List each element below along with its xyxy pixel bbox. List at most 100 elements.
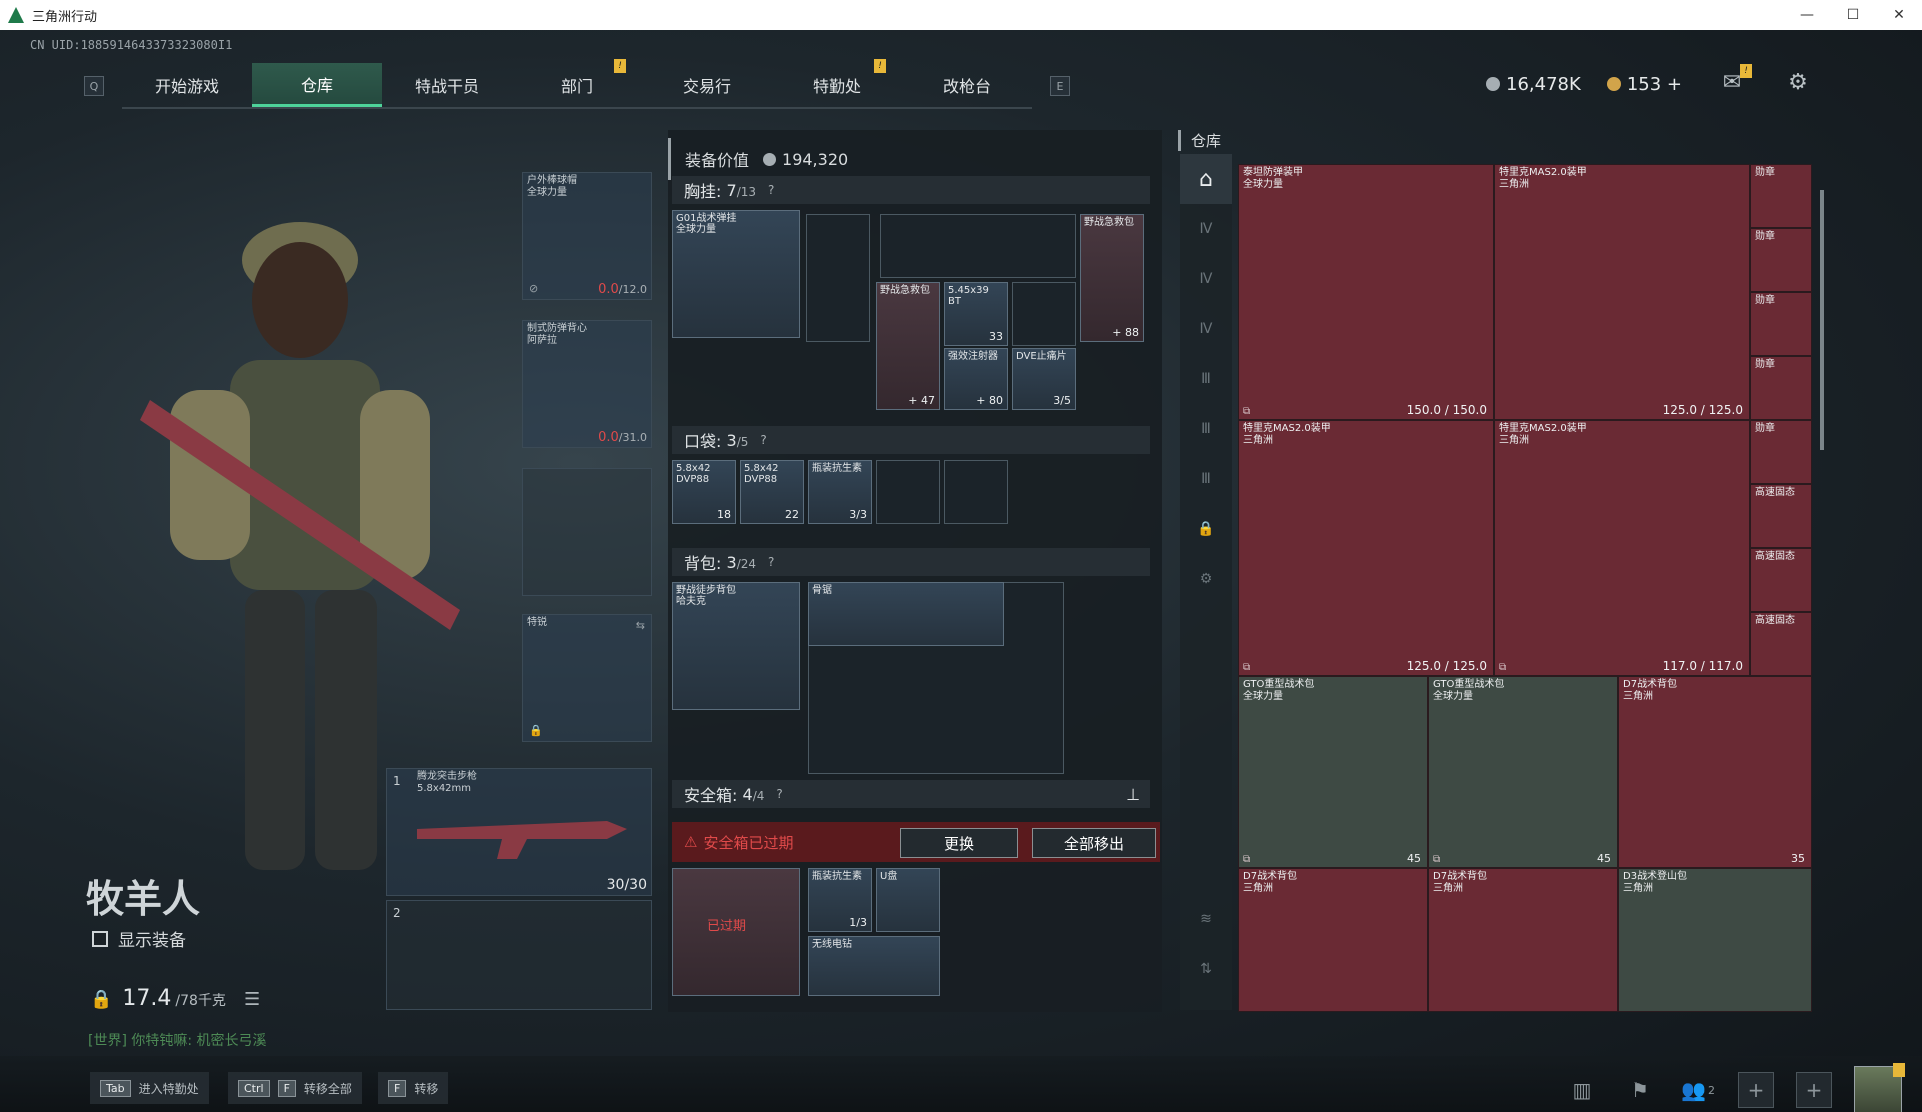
help-icon[interactable]: ? [776,787,782,801]
secondary-weapon-slot[interactable]: 2 [386,900,652,1010]
add-teammate-button[interactable]: + [1796,1072,1832,1108]
melee-slot[interactable]: 特锐 ⇆ 🔒 [522,614,652,742]
warehouse-item-backpack[interactable]: D7战术背包 三角洲 35 [1618,676,1812,868]
warehouse-item-backpack[interactable]: D3战术登山包 三角洲 [1618,868,1812,1012]
warehouse-item-ssd[interactable]: 高速固态 [1750,548,1812,612]
mail-icon[interactable]: ✉! [1718,64,1752,96]
safe-item-usb[interactable]: U盘 [876,868,940,932]
hint-transfer-all[interactable]: Ctrl F 转移全部 [228,1072,362,1104]
sort-icon[interactable]: ⇅ [1180,944,1232,994]
tab-operators[interactable]: 特战干员 [382,63,512,107]
warehouse-item-ssd[interactable]: 高速固态 [1750,484,1812,548]
tab-special-ops[interactable]: 特勤处! [772,59,902,107]
flag-icon[interactable]: ⚑ [1622,1072,1658,1108]
warehouse-page-iii-icon[interactable]: Ⅲ [1180,454,1232,504]
warehouse-item-backpack[interactable]: GTO重型战术包 全球力量 ⧉ 45 [1238,676,1428,868]
warehouse-item-medal[interactable]: 勋章 [1750,420,1812,484]
minimize-button[interactable]: — [1784,0,1830,30]
stats-icon[interactable]: ▥ [1564,1072,1600,1108]
tab-start-game[interactable]: 开始游戏 [122,63,252,107]
help-icon[interactable]: ? [760,433,766,447]
help-icon[interactable]: ? [768,555,774,569]
weight-icon: 🔒 [90,989,113,1010]
warehouse-item-backpack[interactable]: D7战术背包 三角洲 [1428,868,1618,1012]
warehouse-item-ssd[interactable]: 高速固态 [1750,612,1812,676]
item-status-icon: ⧉ [1243,662,1251,673]
help-icon[interactable]: ? [768,183,774,197]
rig-item-medkit[interactable]: 野战急救包 + 88 [1080,214,1144,342]
maximize-button[interactable]: ☐ [1830,0,1876,30]
warehouse-item-medal[interactable]: 勋章 [1750,164,1812,228]
warehouse-item-medal[interactable]: 勋章 [1750,292,1812,356]
no-repair-icon: ⊘ [529,282,539,295]
safe-box-item[interactable]: 已过期 [672,868,800,996]
swap-icon[interactable]: ⇆ [636,619,645,632]
pistol-slot[interactable] [522,468,652,596]
hint-transfer[interactable]: F 转移 [378,1072,449,1104]
pocket-item-ammo[interactable]: 5.8x42 DVP88 22 [740,460,804,524]
warehouse-scrollbar[interactable] [1820,190,1824,450]
replace-button[interactable]: 更换 [900,828,1018,858]
pocket-cell[interactable] [944,460,1008,524]
warehouse-item-armor[interactable]: 泰坦防弹装甲 全球力量 ⧉ 150.0 / 150.0 [1238,164,1494,420]
gold-currency[interactable]: 153 + [1606,74,1682,95]
list-icon[interactable]: ☰ [244,989,260,1010]
avatar[interactable] [1854,1063,1905,1112]
tab-warehouse[interactable]: 仓库 [252,63,382,107]
helmet-slot[interactable]: 户外棒球帽 全球力量 ⊘ 0.0/12.0 [522,172,652,300]
warehouse-page-iii-icon[interactable]: Ⅲ [1180,404,1232,454]
rig-item-painkiller[interactable]: DVE止痛片 3/5 [1012,348,1076,410]
warehouse-item-armor[interactable]: 特里克MAS2.0装甲 三角洲 125.0 / 125.0 [1494,164,1750,420]
layers-icon[interactable]: ≋ [1180,894,1232,944]
silver-currency[interactable]: 16,478K [1486,74,1581,95]
lock-icon: 🔒 [529,724,543,737]
pin-icon[interactable]: ⊥ [1126,785,1140,804]
warehouse-page-iv-icon[interactable]: Ⅳ [1180,304,1232,354]
primary-weapon-slot[interactable]: 1 腾龙突击步枪 5.8x42mm 30/30 [386,768,652,896]
backpack-item[interactable]: 野战徒步背包 哈夫克 [672,582,800,710]
rig-item-medkit[interactable]: 野战急救包 + 47 [876,282,940,410]
notification-badge: ! [614,59,626,73]
checkbox[interactable] [92,930,108,947]
gear-icon[interactable]: ⚙ [1784,68,1812,96]
rig-item[interactable]: G01战术弹挂 全球力量 [672,210,800,338]
tab-department[interactable]: 部门! [512,59,642,107]
friends-icon[interactable]: 👥 2 [1680,1072,1716,1108]
show-equipment-toggle[interactable]: 显示装备 [92,926,186,951]
hint-enter-special-ops[interactable]: Tab 进入特勤处 [90,1072,209,1104]
home-icon[interactable]: ⌂ [1180,154,1232,204]
warehouse-item-medal[interactable]: 勋章 [1750,356,1812,420]
warehouse-item-backpack[interactable]: D7战术背包 三角洲 [1238,868,1428,1012]
key-ctrl: Ctrl [238,1079,270,1097]
gear-icon[interactable]: ⚙ [1180,554,1232,604]
warehouse-page-iv-icon[interactable]: Ⅳ [1180,254,1232,304]
tab-trading[interactable]: 交易行 [642,63,772,107]
warehouse-item-armor[interactable]: 特里克MAS2.0装甲 三角洲 ⧉ 117.0 / 117.0 [1494,420,1750,676]
close-button[interactable]: ✕ [1876,0,1922,30]
warehouse-page-iii-icon[interactable]: Ⅲ [1180,354,1232,404]
add-teammate-button[interactable]: + [1738,1072,1774,1108]
next-tab-key[interactable]: E [1050,76,1070,96]
warehouse-item-medal[interactable]: 勋章 [1750,228,1812,292]
safe-box-header: 安全箱: 4/4 ? ⊥ [672,780,1150,808]
warehouse-item-backpack[interactable]: GTO重型战术包 全球力量 ⧉ 45 [1428,676,1618,868]
pocket-cell[interactable] [876,460,940,524]
warehouse-item-armor[interactable]: 特里克MAS2.0装甲 三角洲 ⧉ 125.0 / 125.0 [1238,420,1494,676]
lock-icon[interactable]: 🔒 [1180,504,1232,554]
safe-item-antibiotic[interactable]: 瓶装抗生素 1/3 [808,868,872,932]
rig-item-ammo[interactable]: 5.45x39 BT 33 [944,282,1008,346]
tab-gunsmith[interactable]: 改枪台 [902,63,1032,107]
safe-item-drill[interactable]: 无线电钻 [808,936,940,996]
pocket-item-antibiotic[interactable]: 瓶装抗生素 3/3 [808,460,872,524]
world-chat-line[interactable]: [世界] 你特钝嘛: 机密长弓溪 [88,1030,267,1050]
rig-cell[interactable] [1012,282,1076,346]
move-all-button[interactable]: 全部移出 [1032,828,1156,858]
warehouse-page-iv-icon[interactable]: Ⅳ [1180,204,1232,254]
rig-cell[interactable] [806,214,870,342]
pocket-item-ammo[interactable]: 5.8x42 DVP88 18 [672,460,736,524]
backpack-item-bone-saw[interactable]: 骨锯 [808,582,1004,646]
prev-tab-key[interactable]: Q [84,76,104,96]
rig-item-injector[interactable]: 强效注射器 + 80 [944,348,1008,410]
armor-slot[interactable]: 制式防弹背心 阿萨拉 0.0/31.0 [522,320,652,448]
rig-cell[interactable] [880,214,1076,278]
